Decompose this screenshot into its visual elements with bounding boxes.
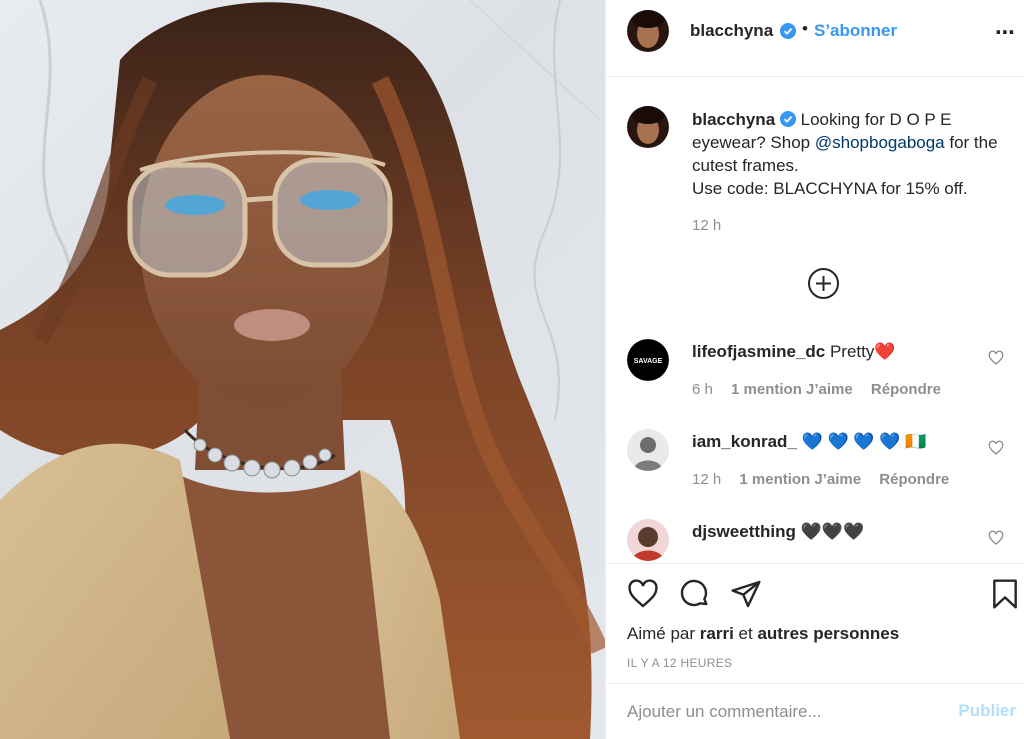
- comment-text: lifeofjasmine_dc Pretty❤️: [692, 342, 896, 362]
- comment-meta: 12 h 1 mention J’aime Répondre: [692, 471, 963, 488]
- commenter-avatar[interactable]: SAVAGE: [627, 339, 669, 381]
- header-separator: •: [802, 19, 808, 38]
- publish-button[interactable]: Publier: [958, 701, 1016, 721]
- save-bookmark-icon[interactable]: [989, 578, 1021, 610]
- post-actions: Aimé par rarri et autres personnes IL Y …: [606, 563, 1024, 683]
- comment-body: 🖤🖤🖤: [800, 522, 865, 541]
- post-photo[interactable]: [0, 0, 605, 739]
- comment-username[interactable]: djsweetthing: [692, 522, 796, 541]
- verified-badge-icon: [779, 110, 796, 127]
- caption-mention-link[interactable]: @shopbogaboga: [815, 133, 945, 152]
- comment-body: 💙 💙 💙 💙 🇨🇮: [801, 432, 927, 451]
- reply-button[interactable]: Répondre: [871, 381, 941, 398]
- follow-button[interactable]: S’abonner: [814, 21, 897, 41]
- verified-badge-icon: [780, 23, 796, 39]
- comment-item: iam_konrad_ 💙 💙 💙 💙 🇨🇮 12 h 1 mention J’…: [606, 429, 1024, 509]
- caption-time: 12 h: [692, 217, 722, 234]
- caption-username[interactable]: blacchyna: [692, 110, 775, 129]
- comment-item: SAVAGE lifeofjasmine_dc Pretty❤️ 6 h 1 m…: [606, 339, 1024, 419]
- avatar-text: SAVAGE: [634, 358, 663, 365]
- comment-input[interactable]: [627, 698, 927, 726]
- more-options-icon[interactable]: ⋯: [995, 20, 1016, 45]
- comment-body: Pretty❤️: [829, 342, 896, 361]
- load-more-comments-icon[interactable]: [807, 267, 840, 300]
- post-header: blacchyna • S’abonner ⋯: [606, 0, 1024, 77]
- commenter-avatar[interactable]: [627, 429, 669, 471]
- comment-text: djsweetthing 🖤🖤🖤: [692, 522, 864, 542]
- comment-bubble-icon[interactable]: [679, 578, 711, 610]
- caption-text: blacchyna Looking for D O P E eyewear? S…: [692, 108, 1012, 200]
- comment-username[interactable]: iam_konrad_: [692, 432, 797, 451]
- like-comment-heart-icon[interactable]: [988, 350, 1004, 366]
- caption-avatar[interactable]: [627, 106, 669, 148]
- reply-button[interactable]: Répondre: [879, 471, 949, 488]
- post-timestamp[interactable]: IL Y A 12 HEURES: [627, 656, 732, 670]
- add-comment-bar: Publier: [606, 683, 1024, 739]
- comment-time: 6 h: [692, 381, 713, 398]
- selfie-illustration: [0, 0, 605, 739]
- comment-meta: 6 h 1 mention J’aime Répondre: [692, 381, 955, 398]
- liked-by-prefix: Aimé par: [627, 624, 696, 643]
- comment-text: iam_konrad_ 💙 💙 💙 💙 🇨🇮: [692, 432, 926, 452]
- liked-by-summary: Aimé par rarri et autres personnes: [627, 624, 899, 644]
- comment-likes-count[interactable]: 1 mention J’aime: [739, 471, 861, 488]
- author-username[interactable]: blacchyna: [690, 21, 773, 41]
- like-heart-icon[interactable]: [627, 578, 659, 610]
- author-avatar[interactable]: [627, 10, 669, 52]
- liked-by-connector: et: [738, 624, 753, 643]
- comment-likes-count[interactable]: 1 mention J’aime: [731, 381, 853, 398]
- commenter-avatar[interactable]: [627, 519, 669, 561]
- liked-by-others[interactable]: autres personnes: [757, 624, 899, 643]
- caption-promo-line: Use code: BLACCHYNA for 15% off.: [692, 179, 968, 198]
- comment-username[interactable]: lifeofjasmine_dc: [692, 342, 825, 361]
- like-comment-heart-icon[interactable]: [988, 440, 1004, 456]
- post-details-panel: blacchyna • S’abonner ⋯ blacchyna Lookin…: [605, 0, 1024, 739]
- like-comment-heart-icon[interactable]: [988, 530, 1004, 546]
- comment-item: djsweetthing 🖤🖤🖤: [606, 519, 1024, 563]
- comment-time: 12 h: [692, 471, 722, 488]
- liked-by-user[interactable]: rarri: [700, 624, 734, 643]
- share-paper-plane-icon[interactable]: [730, 578, 762, 610]
